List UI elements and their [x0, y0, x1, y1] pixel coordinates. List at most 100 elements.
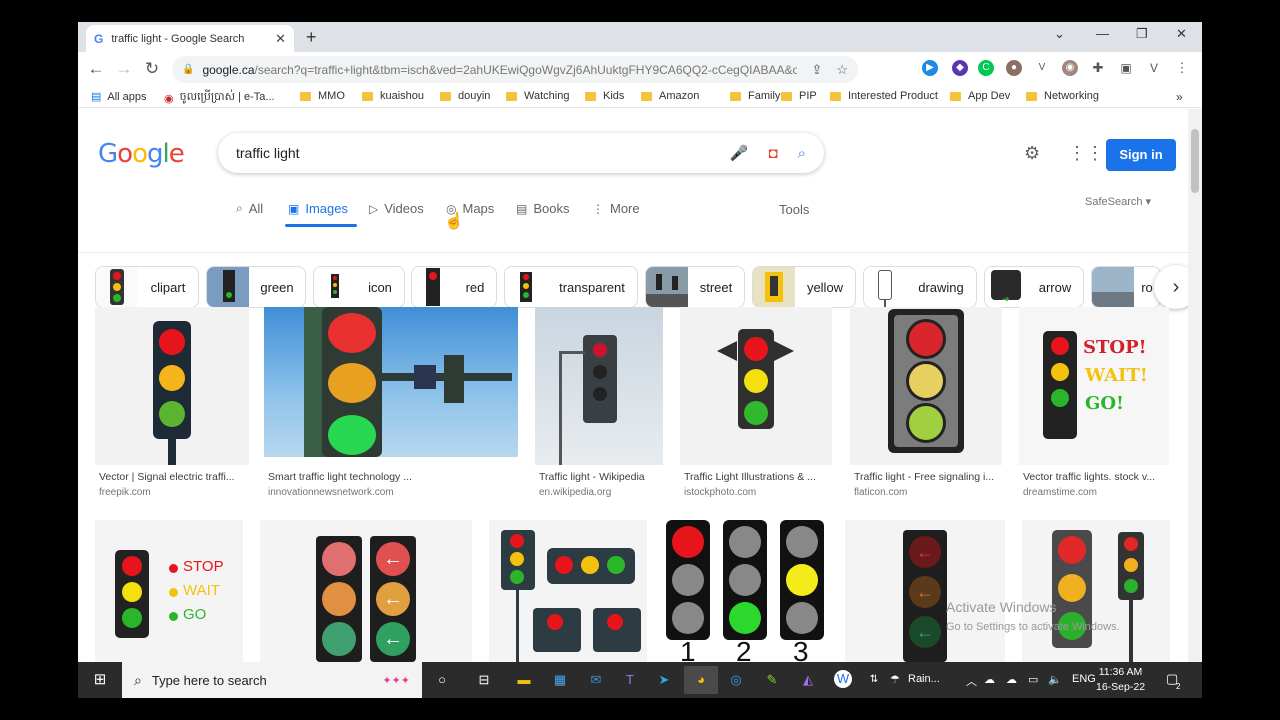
weather-icon[interactable]: ☂ — [890, 673, 900, 686]
result-title[interactable]: Smart traffic light technology ... — [268, 471, 518, 483]
extension-icon[interactable]: V — [1034, 60, 1050, 76]
visual-studio-icon[interactable]: ◭ — [798, 670, 818, 690]
image-result[interactable]: STOP! WAIT! GO! Vector traffic lights. s… — [1019, 307, 1169, 503]
chip-arrow[interactable]: ➔ arrow — [984, 266, 1084, 308]
image-result[interactable]: 1 2 3 — [664, 520, 828, 662]
network-icon[interactable]: ☁ — [984, 673, 995, 686]
tools-button[interactable]: Tools — [779, 202, 809, 217]
tab-books[interactable]: ▤ Books — [516, 201, 569, 216]
result-title[interactable]: Traffic light - Wikipedia — [539, 471, 663, 483]
chip-transparent[interactable]: transparent — [504, 266, 638, 308]
show-hidden-icons[interactable]: ︿ — [966, 673, 977, 689]
chip-yellow[interactable]: yellow — [752, 266, 856, 308]
image-result[interactable] — [1022, 520, 1170, 662]
tab-images[interactable]: ▣ Images — [288, 201, 348, 216]
bookmark-folder[interactable]: kuaishou — [362, 90, 424, 102]
file-explorer-icon[interactable]: ▬ — [514, 670, 534, 690]
image-result[interactable]: ← ← ← — [845, 520, 1005, 662]
share-icon[interactable]: ⇪ — [811, 62, 822, 78]
bookmark-folder[interactable]: douyin — [440, 90, 490, 102]
bookmark-item[interactable]: ◉ ចូលប្រើប្រាស់ | e-Ta... — [164, 90, 275, 106]
result-title[interactable]: Vector | Signal electric traffi... — [99, 471, 249, 483]
image-result[interactable]: Traffic Light Illustrations & ... istock… — [680, 307, 832, 503]
restore-icon[interactable]: ❐ — [1136, 26, 1148, 42]
bookmark-folder[interactable]: App Dev — [950, 90, 1010, 102]
extension-icon[interactable]: ◉ — [1062, 60, 1078, 76]
safesearch-toggle[interactable]: SafeSearch ▾ — [1085, 195, 1151, 208]
side-panel-icon[interactable]: ▣ — [1118, 60, 1134, 76]
scrollbar-thumb[interactable] — [1191, 129, 1199, 193]
result-title[interactable]: Traffic light - Free signaling i... — [854, 471, 1002, 483]
teams-icon[interactable]: T — [620, 670, 640, 690]
image-result[interactable]: ← ← ← — [260, 520, 472, 662]
image-result[interactable] — [489, 520, 647, 662]
telegram-icon[interactable]: ➤ — [654, 670, 674, 690]
chip-road[interactable]: ro — [1091, 266, 1161, 308]
settings-gear-icon[interactable]: ⚙ — [1024, 143, 1040, 164]
sign-in-button[interactable]: Sign in — [1106, 139, 1176, 171]
tab-all[interactable]: ⌕ All — [236, 201, 263, 216]
close-tab-icon[interactable]: ✕ — [275, 31, 286, 47]
back-icon[interactable]: ← — [82, 59, 110, 79]
microphone-icon[interactable]: 🎤 — [730, 144, 749, 162]
puzzle-icon[interactable]: ✚ — [1090, 60, 1106, 76]
bookmark-folder[interactable]: PIP — [781, 90, 817, 102]
image-result[interactable]: Vector | Signal electric traffi... freep… — [95, 307, 249, 503]
image-result[interactable]: STOP WAIT GO — [95, 520, 243, 662]
app-icon[interactable]: W — [834, 670, 852, 688]
tab-more[interactable]: ⋮ More — [592, 201, 640, 216]
address-bar[interactable]: 🔒 google.ca/search?q=traffic+light&tbm=i… — [172, 56, 858, 83]
app-icon[interactable]: ✎ — [762, 670, 782, 690]
bookmark-folder[interactable]: Family — [730, 90, 780, 102]
forward-icon[interactable]: → — [110, 59, 138, 79]
image-result[interactable]: Traffic light - Free signaling i... flat… — [850, 307, 1002, 503]
chip-clipart[interactable]: clipart — [95, 266, 199, 308]
cortana-icon[interactable]: ○ — [432, 670, 452, 690]
bookmark-star-icon[interactable]: ☆ — [836, 62, 848, 78]
result-title[interactable]: Traffic Light Illustrations & ... — [684, 471, 832, 483]
result-title[interactable]: Vector traffic lights. stock v... — [1023, 471, 1169, 483]
tab-videos[interactable]: ▷ Videos — [369, 201, 424, 216]
store-icon[interactable]: ▦ — [550, 670, 570, 690]
search-box[interactable]: traffic light 🎤 ◘ ⌕ — [218, 133, 824, 173]
bookmark-all-apps[interactable]: ▤ All apps — [91, 90, 147, 104]
taskbar-search[interactable]: ⌕ Type here to search ✦✦✦ — [122, 662, 422, 698]
task-view-icon[interactable]: ⊟ — [474, 670, 494, 690]
more-bookmarks-icon[interactable]: » — [1176, 90, 1183, 104]
bookmark-folder[interactable]: Interested Product — [830, 90, 938, 102]
reload-icon[interactable]: ↻ — [138, 59, 166, 79]
extension-icon[interactable]: C — [978, 60, 994, 76]
browser-tab[interactable]: G traffic light - Google Search ✕ — [86, 25, 294, 52]
bookmark-folder[interactable]: MMO — [300, 90, 345, 102]
new-tab-icon[interactable]: + — [306, 27, 317, 48]
google-logo[interactable]: Google — [98, 139, 185, 169]
volume-icon[interactable]: 🔈 — [1048, 673, 1062, 686]
page-scrollbar[interactable] — [1188, 109, 1202, 662]
camera-icon[interactable]: ◘ — [769, 145, 778, 162]
tab-search-icon[interactable]: ⌄ — [1054, 26, 1065, 42]
bookmark-folder[interactable]: Watching — [506, 90, 569, 102]
edge-icon[interactable]: ◎ — [726, 670, 746, 690]
search-icon[interactable]: ⌕ — [798, 145, 806, 162]
close-window-icon[interactable]: ✕ — [1176, 26, 1187, 42]
vivaldi-icon[interactable]: V — [1146, 60, 1162, 76]
chip-drawing[interactable]: drawing — [863, 266, 977, 308]
bookmark-folder[interactable]: Amazon — [641, 90, 699, 102]
language-indicator[interactable]: ENG — [1072, 673, 1096, 685]
weather-label[interactable]: Rain... — [908, 673, 940, 685]
image-result[interactable]: Traffic light - Wikipedia en.wikipedia.o… — [535, 307, 663, 503]
menu-icon[interactable]: ⋮ — [1174, 60, 1190, 76]
bookmark-folder[interactable]: Kids — [585, 90, 624, 102]
chip-street[interactable]: street — [645, 266, 745, 308]
extension-icon[interactable]: ▶ — [922, 60, 938, 76]
taskbar-scroll-icon[interactable]: ⇅ — [864, 670, 884, 690]
chip-icon[interactable]: icon — [313, 266, 405, 308]
cookie-extension-icon[interactable]: ● — [1006, 60, 1022, 76]
chip-green[interactable]: green — [206, 266, 306, 308]
image-result[interactable]: Smart traffic light technology ... innov… — [264, 307, 518, 503]
display-icon[interactable]: ▭ — [1028, 673, 1038, 686]
extension-icon[interactable]: ◆ — [952, 60, 968, 76]
windows-start-icon[interactable]: ⊞ — [90, 670, 110, 690]
minimize-icon[interactable]: — — [1096, 26, 1109, 41]
search-input[interactable]: traffic light — [236, 145, 710, 161]
